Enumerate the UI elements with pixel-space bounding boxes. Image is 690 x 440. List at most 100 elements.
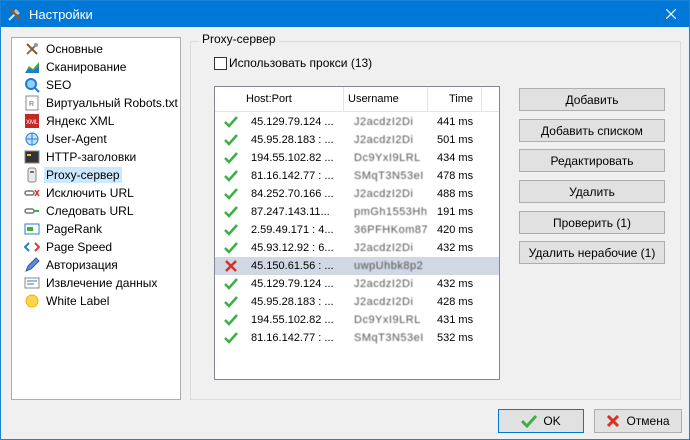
- delete-broken-button[interactable]: Удалить нерабочие (1): [519, 241, 665, 264]
- pen-icon: [24, 257, 40, 273]
- settings-nav-list: Основные Сканирование SEO R Виртуальный Robo…: [11, 37, 181, 400]
- proxy-icon: [24, 167, 40, 183]
- proxy-table[interactable]: Host:Port Username Time 45.129.79.124 ..…: [214, 86, 500, 380]
- table-row[interactable]: 45.93.12.92 : 6... J2acdzI2Di 432 ms: [215, 239, 499, 257]
- table-row[interactable]: 81.16.142.77 : ... SMqT3N53eI 532 ms: [215, 329, 499, 347]
- ok-button[interactable]: OK: [498, 409, 584, 433]
- cell-host-port: 84.252.70.166 ...: [251, 188, 334, 200]
- nav-item-label: Сканирование: [46, 60, 127, 74]
- column-time[interactable]: Time: [449, 93, 473, 105]
- cell-host-port: 194.55.102.82 ...: [251, 152, 334, 164]
- nav-item-label: White Label: [46, 294, 110, 308]
- close-icon: [666, 9, 676, 19]
- cell-time: 532 ms: [437, 332, 474, 344]
- cell-host-port: 45.129.79.124 ...: [251, 116, 334, 128]
- cell-username: Dc9YxI9LRL: [354, 314, 421, 326]
- status-ok-checkmark-icon: [224, 241, 238, 255]
- column-divider: [481, 87, 482, 111]
- table-row[interactable]: 45.95.28.183 : ... J2acdzI2Di 428 ms: [215, 293, 499, 311]
- nav-item-label: Авторизация: [46, 258, 118, 272]
- status-ok-checkmark-icon: [224, 223, 238, 237]
- nav-item-label: Основные: [46, 42, 103, 56]
- nav-item-3[interactable]: R Виртуальный Robots.txt: [14, 94, 178, 112]
- column-host-port[interactable]: Host:Port: [246, 93, 292, 105]
- nav-item-11[interactable]: Page Speed: [14, 238, 178, 256]
- nav-item-10[interactable]: PageRank: [14, 220, 178, 238]
- nav-item-14[interactable]: White Label: [14, 292, 178, 310]
- nav-item-5[interactable]: User-Agent: [14, 130, 178, 148]
- scan-chart-icon: [24, 59, 40, 75]
- nav-item-7[interactable]: Proxy-сервер: [14, 166, 178, 184]
- nav-item-9[interactable]: Следовать URL: [14, 202, 178, 220]
- cell-username: pmGh1553Hh: [354, 206, 428, 218]
- nav-item-label: Извлечение данных: [46, 276, 158, 290]
- nav-item-1[interactable]: Сканирование: [14, 58, 178, 76]
- nav-item-label: User-Agent: [46, 132, 107, 146]
- cell-time: 431 ms: [437, 314, 474, 326]
- terminal-icon: [24, 149, 40, 165]
- add-button[interactable]: Добавить: [519, 88, 665, 111]
- cell-username: SMqT3N53eI: [354, 170, 424, 182]
- cell-username: J2acdzI2Di: [354, 116, 414, 128]
- status-ok-checkmark-icon: [224, 295, 238, 309]
- table-row[interactable]: 84.252.70.166 ... J2acdzI2Di 488 ms: [215, 185, 499, 203]
- cell-username: J2acdzI2Di: [354, 134, 414, 146]
- check-button[interactable]: Проверить (1): [519, 211, 665, 234]
- xml-icon: XML: [24, 113, 40, 129]
- svg-text:R: R: [29, 101, 34, 108]
- nav-item-label: Следовать URL: [46, 204, 134, 218]
- table-row[interactable]: 45.129.79.124 ... J2acdzI2Di 432 ms: [215, 275, 499, 293]
- nav-item-13[interactable]: Извлечение данных: [14, 274, 178, 292]
- nav-item-label: Page Speed: [46, 240, 113, 254]
- nav-item-4[interactable]: XML Яндекс XML: [14, 112, 178, 130]
- table-row[interactable]: 2.59.49.171 : 4... 36PFHKom87 420 ms: [215, 221, 499, 239]
- table-row[interactable]: 45.129.79.124 ... J2acdzI2Di 441 ms: [215, 113, 499, 131]
- add-list-button[interactable]: Добавить списком: [519, 119, 665, 142]
- table-row[interactable]: 87.247.143.11... pmGh1553Hh 191 ms: [215, 203, 499, 221]
- extract-data-icon: [24, 275, 40, 291]
- status-ok-checkmark-icon: [224, 277, 238, 291]
- cancel-label: Отмена: [626, 414, 670, 428]
- cell-host-port: 81.16.142.77 : ...: [251, 332, 334, 344]
- status-ok-checkmark-icon: [224, 115, 238, 129]
- cell-host-port: 45.150.61.56 : ...: [251, 260, 334, 272]
- nav-item-label: Виртуальный Robots.txt: [46, 96, 178, 110]
- table-row[interactable]: 81.16.142.77 : ... SMqT3N53eI 478 ms: [215, 167, 499, 185]
- cell-time: 501 ms: [437, 134, 474, 146]
- nav-item-2[interactable]: SEO: [14, 76, 178, 94]
- tools-icon: [8, 8, 21, 21]
- cancel-button[interactable]: Отмена: [594, 409, 682, 433]
- nav-item-8[interactable]: Исключить URL: [14, 184, 178, 202]
- use-proxy-checkbox[interactable]: Использовать прокси (13): [214, 56, 372, 70]
- nav-item-label: HTTP-заголовки: [46, 150, 137, 164]
- cell-username: Dc9YxI9LRL: [354, 152, 421, 164]
- close-button[interactable]: [653, 1, 689, 27]
- table-row[interactable]: 194.55.102.82 ... Dc9YxI9LRL 431 ms: [215, 311, 499, 329]
- cell-host-port: 194.55.102.82 ...: [251, 314, 334, 326]
- nav-item-0[interactable]: Основные: [14, 40, 178, 58]
- cell-username: J2acdzI2Di: [354, 242, 414, 254]
- checkbox-box[interactable]: [214, 56, 227, 70]
- cell-time: 441 ms: [437, 116, 474, 128]
- table-row[interactable]: 45.95.28.183 : ... J2acdzI2Di 501 ms: [215, 131, 499, 149]
- delete-button[interactable]: Удалить: [519, 180, 665, 203]
- cell-time: 428 ms: [437, 296, 474, 308]
- checkmark-icon: [521, 414, 538, 428]
- table-header: Host:Port Username Time: [215, 87, 499, 112]
- cancel-x-icon: [606, 414, 620, 428]
- follow-url-icon: [24, 203, 40, 219]
- nav-item-6[interactable]: HTTP-заголовки: [14, 148, 178, 166]
- status-ok-checkmark-icon: [224, 169, 238, 183]
- cell-host-port: 81.16.142.77 : ...: [251, 170, 334, 182]
- sun-icon: [24, 293, 40, 309]
- nav-item-12[interactable]: Авторизация: [14, 256, 178, 274]
- table-row[interactable]: 194.55.102.82 ... Dc9YxI9LRL 434 ms: [215, 149, 499, 167]
- column-username[interactable]: Username: [348, 93, 399, 105]
- cell-host-port: 87.247.143.11...: [251, 206, 330, 218]
- cell-username: SMqT3N53eI: [354, 332, 424, 344]
- cell-username: J2acdzI2Di: [354, 278, 414, 290]
- cell-time: 191 ms: [437, 206, 474, 218]
- table-row[interactable]: 45.150.61.56 : ... uwpUhbk8p2: [215, 257, 499, 275]
- edit-button[interactable]: Редактировать: [519, 149, 665, 172]
- nav-item-label: SEO: [46, 78, 72, 92]
